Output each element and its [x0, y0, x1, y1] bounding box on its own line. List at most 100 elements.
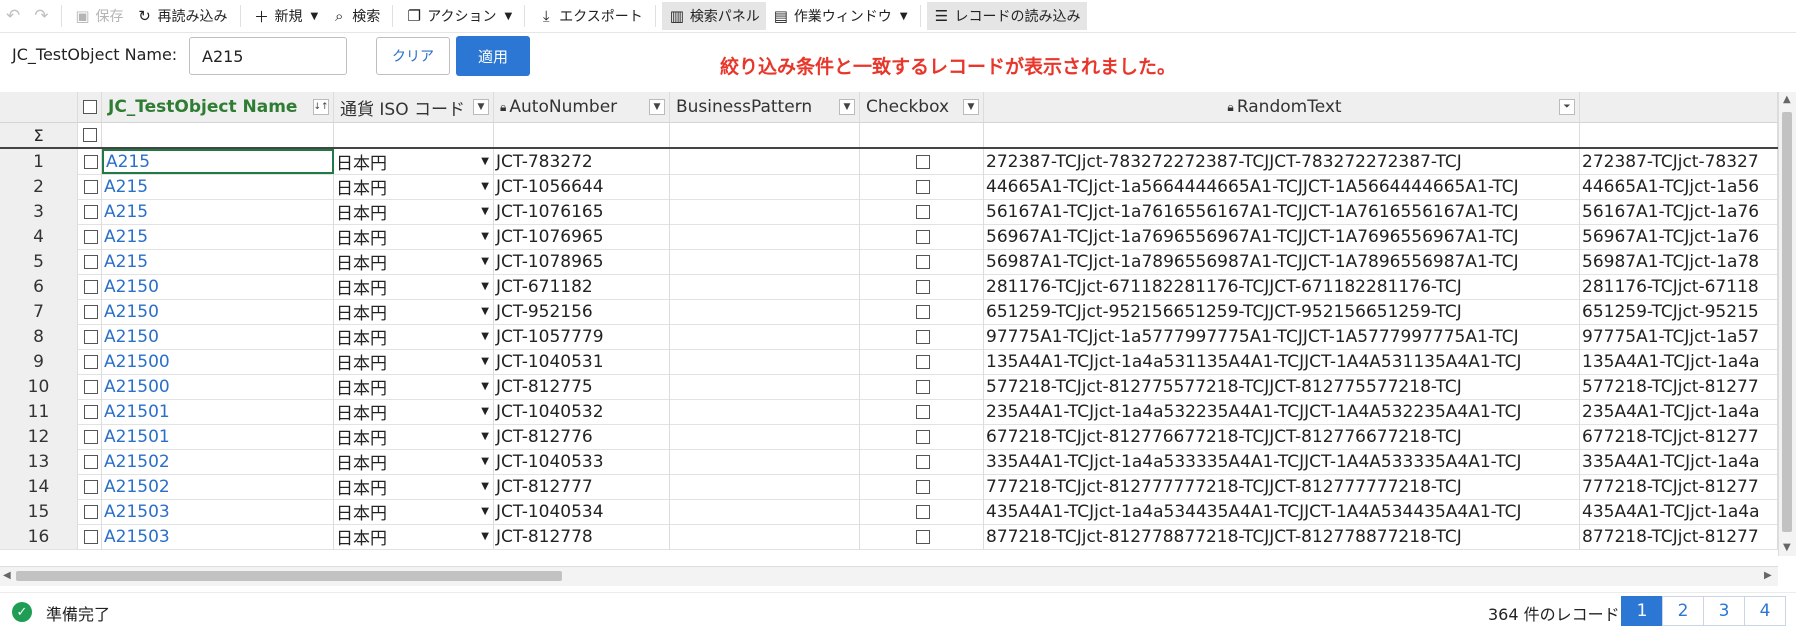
- name-cell[interactable]: A21500: [102, 374, 334, 399]
- record-checkbox[interactable]: [915, 229, 930, 244]
- autonumber-cell[interactable]: JCT-1040533: [494, 449, 670, 474]
- record-checkbox[interactable]: [915, 154, 930, 169]
- random-text-extra-cell[interactable]: 877218-TCJjct-81277: [1580, 524, 1778, 549]
- random-text-cell[interactable]: 777218-TCJjct-812777777218-TCJJCT-812777…: [984, 474, 1580, 499]
- business-pattern-cell[interactable]: [670, 149, 860, 174]
- currency-cell[interactable]: 日本円 ▼: [334, 199, 494, 224]
- random-text-extra-cell[interactable]: 577218-TCJjct-81277: [1580, 374, 1778, 399]
- random-text-cell[interactable]: 281176-TCJjct-671182281176-TCJJCT-671182…: [984, 274, 1580, 299]
- row-number[interactable]: 3: [0, 199, 78, 224]
- row-select-checkbox[interactable]: [83, 254, 98, 269]
- chevron-down-icon[interactable]: ▼: [481, 431, 489, 442]
- random-text-extra-cell[interactable]: 56987A1-TCJjct-1a78: [1580, 249, 1778, 274]
- row-select-checkbox[interactable]: [83, 379, 98, 394]
- name-cell[interactable]: A21501: [102, 399, 334, 424]
- record-checkbox[interactable]: [915, 429, 930, 444]
- summary-cell[interactable]: [334, 123, 494, 147]
- scroll-down-icon[interactable]: ▼: [1783, 542, 1791, 553]
- row-select-cell[interactable]: [78, 299, 102, 324]
- summary-cell[interactable]: [670, 123, 860, 147]
- load-records-button[interactable]: ☰ レコードの読み込み: [926, 2, 1087, 30]
- row-select-checkbox[interactable]: [83, 229, 98, 244]
- currency-cell[interactable]: 日本円 ▼: [334, 349, 494, 374]
- summary-cell[interactable]: [102, 123, 334, 147]
- chevron-down-icon[interactable]: ▼: [481, 181, 489, 192]
- reload-button[interactable]: ↻ 再読み込み: [130, 2, 234, 30]
- row-select-cell[interactable]: [78, 224, 102, 249]
- autonumber-cell[interactable]: JCT-952156: [494, 299, 670, 324]
- business-pattern-cell[interactable]: [670, 399, 860, 424]
- chevron-down-icon[interactable]: ▼: [481, 331, 489, 342]
- row-number[interactable]: 7: [0, 299, 78, 324]
- random-text-cell[interactable]: 56987A1-TCJjct-1a7896556987A1-TCJJCT-1A7…: [984, 249, 1580, 274]
- table-row[interactable]: 6 A2150 日本円 ▼ JCT-671182 281176-TCJjct-671182…: [0, 274, 1778, 300]
- checkbox-cell[interactable]: [860, 324, 984, 349]
- vertical-scrollbar[interactable]: ▲ ▼: [1778, 92, 1796, 556]
- autonumber-cell[interactable]: JCT-1076165: [494, 199, 670, 224]
- row-select-cell[interactable]: [78, 499, 102, 524]
- checkbox-cell[interactable]: [860, 249, 984, 274]
- row-select-cell[interactable]: [78, 474, 102, 499]
- record-checkbox[interactable]: [915, 454, 930, 469]
- column-header-business[interactable]: BusinessPattern ▼: [670, 92, 860, 122]
- chevron-down-icon[interactable]: ▼: [473, 99, 489, 115]
- record-checkbox[interactable]: [915, 304, 930, 319]
- autonumber-cell[interactable]: JCT-812776: [494, 424, 670, 449]
- column-header-checkbox[interactable]: Checkbox ▼: [860, 92, 984, 122]
- record-checkbox[interactable]: [915, 404, 930, 419]
- currency-cell[interactable]: 日本円 ▼: [334, 374, 494, 399]
- horizontal-scrollbar[interactable]: ◀ ▶: [0, 566, 1778, 586]
- checkbox-cell[interactable]: [860, 299, 984, 324]
- chevron-down-icon[interactable]: ▼: [481, 481, 489, 492]
- chevron-down-icon[interactable]: ▼: [481, 256, 489, 267]
- row-select-checkbox[interactable]: [83, 529, 98, 544]
- checkbox-cell[interactable]: [860, 374, 984, 399]
- random-text-extra-cell[interactable]: 281176-TCJjct-67118: [1580, 274, 1778, 299]
- work-window-button[interactable]: ▤ 作業ウィンドウ ▼: [766, 2, 914, 30]
- currency-cell[interactable]: 日本円 ▼: [334, 149, 494, 174]
- business-pattern-cell[interactable]: [670, 249, 860, 274]
- autonumber-cell[interactable]: JCT-671182: [494, 274, 670, 299]
- row-select-cell[interactable]: [78, 324, 102, 349]
- record-checkbox[interactable]: [915, 204, 930, 219]
- column-header-name[interactable]: JC_TestObject Name ↓↑: [102, 92, 334, 122]
- currency-cell[interactable]: 日本円 ▼: [334, 299, 494, 324]
- record-checkbox[interactable]: [915, 354, 930, 369]
- random-text-cell[interactable]: 272387-TCJjct-783272272387-TCJJCT-783272…: [984, 149, 1580, 174]
- checkbox-cell[interactable]: [860, 474, 984, 499]
- table-row[interactable]: 11 A21501 日本円 ▼ JCT-1040532 235A4A1-TCJjct-1a…: [0, 399, 1778, 425]
- table-row[interactable]: 7 A2150 日本円 ▼ JCT-952156 651259-TCJjct-952156…: [0, 299, 1778, 325]
- autonumber-cell[interactable]: JCT-1040532: [494, 399, 670, 424]
- currency-cell[interactable]: 日本円 ▼: [334, 324, 494, 349]
- currency-cell[interactable]: 日本円 ▼: [334, 424, 494, 449]
- random-text-cell[interactable]: 235A4A1-TCJjct-1a4a532235A4A1-TCJJCT-1A4…: [984, 399, 1580, 424]
- vertical-scroll-thumb[interactable]: [1782, 112, 1792, 532]
- business-pattern-cell[interactable]: [670, 324, 860, 349]
- search-button[interactable]: ⌕ 検索: [324, 2, 386, 30]
- name-filter-input[interactable]: [189, 37, 347, 75]
- random-text-cell[interactable]: 135A4A1-TCJjct-1a4a531135A4A1-TCJJCT-1A4…: [984, 349, 1580, 374]
- row-select-checkbox[interactable]: [83, 404, 98, 419]
- horizontal-scroll-thumb[interactable]: [16, 571, 562, 581]
- summary-checkbox-cell[interactable]: [78, 123, 102, 147]
- row-select-checkbox[interactable]: [83, 304, 98, 319]
- table-row[interactable]: 15 A21503 日本円 ▼ JCT-1040534 435A4A1-TCJjct-1a…: [0, 499, 1778, 525]
- row-select-cell[interactable]: [78, 374, 102, 399]
- apply-button[interactable]: 適用: [456, 36, 530, 76]
- currency-cell[interactable]: 日本円 ▼: [334, 524, 494, 549]
- currency-cell[interactable]: 日本円 ▼: [334, 224, 494, 249]
- row-select-checkbox[interactable]: [83, 329, 98, 344]
- row-select-checkbox[interactable]: [83, 479, 98, 494]
- summary-cell[interactable]: [860, 123, 984, 147]
- chevron-down-icon[interactable]: ▼: [481, 456, 489, 467]
- business-pattern-cell[interactable]: [670, 274, 860, 299]
- select-all-cell[interactable]: [78, 92, 102, 122]
- checkbox-cell[interactable]: [860, 399, 984, 424]
- row-number[interactable]: 1: [0, 149, 78, 174]
- currency-cell[interactable]: 日本円 ▼: [334, 499, 494, 524]
- checkbox-cell[interactable]: [860, 199, 984, 224]
- row-select-cell[interactable]: [78, 174, 102, 199]
- table-row[interactable]: 10 A21500 日本円 ▼ JCT-812775 577218-TCJjct-8127…: [0, 374, 1778, 400]
- chevron-down-icon[interactable]: ▼: [311, 11, 319, 22]
- random-text-extra-cell[interactable]: 272387-TCJjct-78327: [1580, 149, 1778, 174]
